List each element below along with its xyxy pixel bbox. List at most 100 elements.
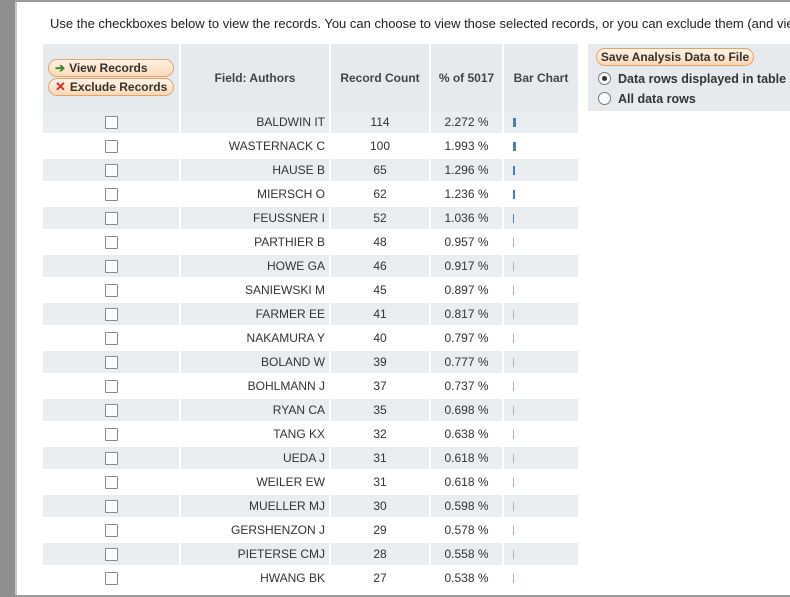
record-percent: 0.558 % bbox=[431, 543, 504, 567]
record-count: 100 bbox=[331, 135, 431, 159]
table-row: GERSHENZON J 29 0.578 % bbox=[43, 519, 580, 543]
row-checkbox[interactable] bbox=[104, 164, 118, 178]
row-checkbox[interactable] bbox=[104, 236, 118, 250]
radio-option-all[interactable]: All data rows bbox=[598, 92, 696, 106]
row-checkbox-cell bbox=[43, 327, 181, 351]
row-checkbox[interactable] bbox=[104, 116, 118, 130]
bar-cell bbox=[504, 231, 580, 255]
row-checkbox[interactable] bbox=[104, 308, 118, 322]
record-count: 41 bbox=[331, 303, 431, 327]
row-checkbox[interactable] bbox=[104, 500, 118, 514]
record-count: 45 bbox=[331, 279, 431, 303]
row-checkbox-cell bbox=[43, 519, 181, 543]
row-checkbox[interactable] bbox=[104, 284, 118, 298]
author-name: BOLAND W bbox=[181, 351, 331, 375]
author-name: GERSHENZON J bbox=[181, 519, 331, 543]
row-checkbox-cell bbox=[43, 543, 181, 567]
bar-mark bbox=[513, 358, 514, 368]
author-name: PARTHIER B bbox=[181, 231, 331, 255]
bar-cell bbox=[504, 399, 580, 423]
bar-mark bbox=[513, 262, 514, 272]
radio-option-displayed[interactable]: Data rows displayed in table bbox=[598, 72, 786, 86]
bar-cell bbox=[504, 351, 580, 375]
save-analysis-button[interactable]: Save Analysis Data to File bbox=[596, 48, 754, 66]
view-records-label: View Records bbox=[69, 61, 148, 75]
row-checkbox[interactable] bbox=[104, 476, 118, 490]
close-icon: ✕ bbox=[55, 79, 66, 94]
arrow-right-icon: ➔ bbox=[55, 61, 66, 75]
bar-cell bbox=[504, 279, 580, 303]
window-left-edge bbox=[0, 0, 17, 597]
table-row: MUELLER MJ 30 0.598 % bbox=[43, 495, 580, 519]
row-checkbox-cell bbox=[43, 495, 181, 519]
row-checkbox-cell bbox=[43, 159, 181, 183]
author-name: HOWE GA bbox=[181, 255, 331, 279]
radio-displayed-label: Data rows displayed in table bbox=[618, 72, 787, 86]
row-checkbox[interactable] bbox=[104, 188, 118, 202]
row-checkbox[interactable] bbox=[104, 332, 118, 346]
table-row: FEUSSNER I 52 1.036 % bbox=[43, 207, 580, 231]
record-count: 32 bbox=[331, 423, 431, 447]
bar-mark bbox=[513, 238, 514, 248]
author-name: HWANG BK bbox=[181, 567, 331, 591]
window-top-border bbox=[15, 0, 790, 2]
row-checkbox[interactable] bbox=[104, 380, 118, 394]
row-checkbox[interactable] bbox=[104, 572, 118, 586]
radio-selected-icon[interactable] bbox=[598, 72, 611, 85]
row-checkbox[interactable] bbox=[104, 524, 118, 538]
column-header-field: Field: Authors bbox=[181, 44, 331, 111]
author-name: TANG KX bbox=[181, 423, 331, 447]
record-percent: 1.993 % bbox=[431, 135, 504, 159]
bar-mark bbox=[513, 286, 514, 296]
record-count: 27 bbox=[331, 567, 431, 591]
row-checkbox[interactable] bbox=[104, 404, 118, 418]
row-checkbox-cell bbox=[43, 183, 181, 207]
record-count: 114 bbox=[331, 111, 431, 135]
record-percent: 0.618 % bbox=[431, 447, 504, 471]
row-checkbox[interactable] bbox=[104, 548, 118, 562]
record-percent: 0.538 % bbox=[431, 567, 504, 591]
row-checkbox[interactable] bbox=[104, 140, 118, 154]
radio-unselected-icon[interactable] bbox=[598, 92, 611, 105]
author-name: BALDWIN IT bbox=[181, 111, 331, 135]
record-percent: 0.737 % bbox=[431, 375, 504, 399]
record-percent: 0.638 % bbox=[431, 423, 504, 447]
row-checkbox[interactable] bbox=[104, 452, 118, 466]
row-checkbox-cell bbox=[43, 471, 181, 495]
record-percent: 0.917 % bbox=[431, 255, 504, 279]
row-checkbox-cell bbox=[43, 255, 181, 279]
author-name: RYAN CA bbox=[181, 399, 331, 423]
row-checkbox[interactable] bbox=[104, 260, 118, 274]
view-records-button[interactable]: ➔ View Records bbox=[48, 59, 174, 77]
record-count: 30 bbox=[331, 495, 431, 519]
record-count: 62 bbox=[331, 183, 431, 207]
author-name: MUELLER MJ bbox=[181, 495, 331, 519]
row-checkbox-cell bbox=[43, 111, 181, 135]
record-count: 35 bbox=[331, 399, 431, 423]
record-percent: 0.817 % bbox=[431, 303, 504, 327]
bar-cell bbox=[504, 207, 580, 231]
column-header-bar-chart: Bar Chart bbox=[504, 44, 580, 111]
author-name: BOHLMANN J bbox=[181, 375, 331, 399]
column-header-percent: % of 5017 bbox=[431, 44, 504, 111]
bar-mark bbox=[513, 142, 516, 152]
row-checkbox-cell bbox=[43, 375, 181, 399]
row-checkbox-cell bbox=[43, 303, 181, 327]
table-row: BOLAND W 39 0.777 % bbox=[43, 351, 580, 375]
radio-all-label: All data rows bbox=[618, 92, 696, 106]
table-row: TANG KX 32 0.638 % bbox=[43, 423, 580, 447]
author-name: MIERSCH O bbox=[181, 183, 331, 207]
row-checkbox[interactable] bbox=[104, 428, 118, 442]
bar-cell bbox=[504, 111, 580, 135]
exclude-records-button[interactable]: ✕ Exclude Records bbox=[48, 78, 174, 96]
table-row: UEDA J 31 0.618 % bbox=[43, 447, 580, 471]
bar-cell bbox=[504, 543, 580, 567]
bar-cell bbox=[504, 327, 580, 351]
record-percent: 0.578 % bbox=[431, 519, 504, 543]
table-row: BOHLMANN J 37 0.737 % bbox=[43, 375, 580, 399]
row-checkbox[interactable] bbox=[104, 212, 118, 226]
row-checkbox[interactable] bbox=[104, 356, 118, 370]
author-name: WEILER EW bbox=[181, 471, 331, 495]
row-checkbox-cell bbox=[43, 135, 181, 159]
bar-cell bbox=[504, 375, 580, 399]
